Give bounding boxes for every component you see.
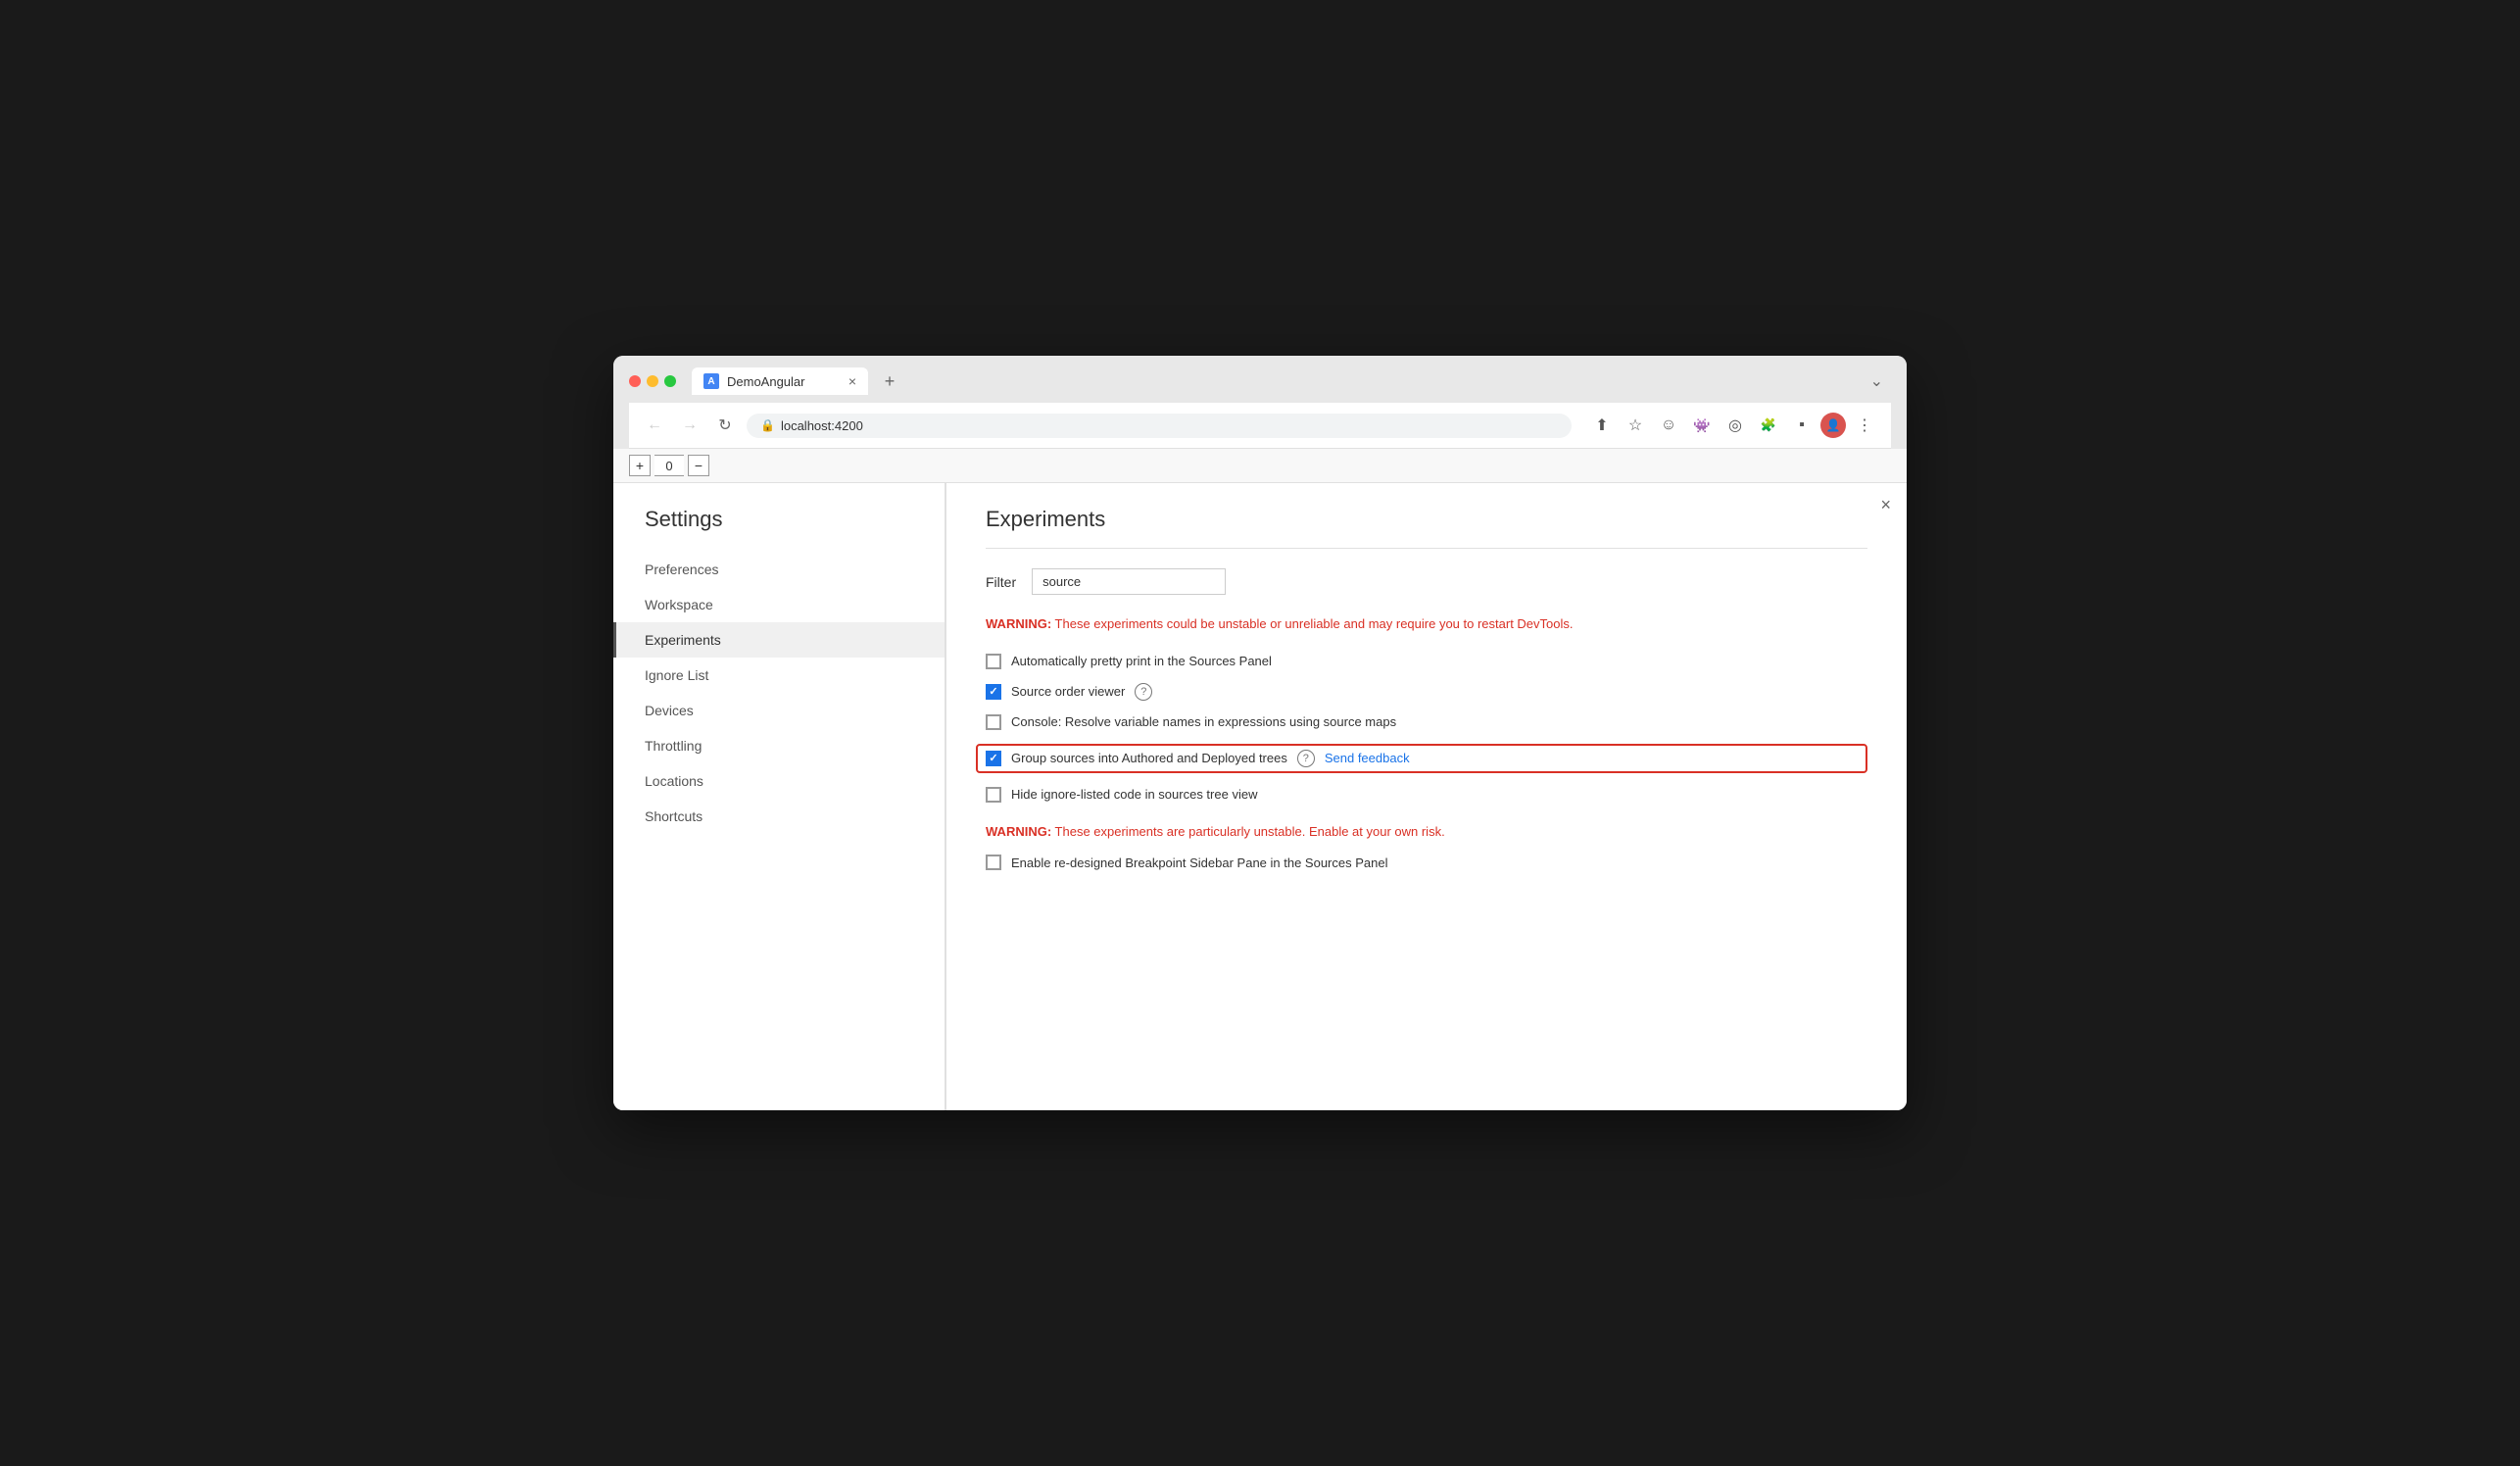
browser-window: A DemoAngular × + ⌄ ← → ↻ 🔒 localhost:42… bbox=[613, 356, 1907, 1110]
sidebar-item-experiments[interactable]: Experiments bbox=[613, 622, 945, 658]
sidebar-item-workspace[interactable]: Workspace bbox=[613, 587, 945, 622]
share-icon[interactable]: ⬆ bbox=[1587, 411, 1617, 440]
experiment-item-hide-ignore: Hide ignore-listed code in sources tree … bbox=[986, 787, 1867, 803]
warning-label-1: WARNING: bbox=[986, 616, 1051, 631]
close-traffic-light[interactable] bbox=[629, 375, 641, 387]
extension-icon-2[interactable]: 👾 bbox=[1687, 411, 1717, 440]
menu-icon[interactable]: ⋮ bbox=[1850, 411, 1879, 440]
new-tab-button[interactable]: + bbox=[876, 367, 903, 395]
browser-toolbar: ← → ↻ 🔒 localhost:4200 ⬆ ☆ ☺ 👾 ◎ 🧩 ▪ 👤 ⋮ bbox=[629, 403, 1891, 449]
experiment-item-source-order: Source order viewer ? bbox=[986, 683, 1867, 701]
back-button[interactable]: ← bbox=[641, 412, 668, 439]
browser-titlebar: A DemoAngular × + ⌄ ← → ↻ 🔒 localhost:42… bbox=[613, 356, 1907, 449]
settings-sidebar: Settings Preferences Workspace Experimen… bbox=[613, 483, 946, 1110]
counter-plus-button[interactable]: + bbox=[629, 455, 651, 476]
extension-icon-4[interactable]: 🧩 bbox=[1754, 411, 1783, 440]
tab-favicon: A bbox=[703, 373, 719, 389]
send-feedback-link[interactable]: Send feedback bbox=[1325, 751, 1410, 765]
experiment-item-console-resolve: Console: Resolve variable names in expre… bbox=[986, 714, 1867, 730]
close-settings-button[interactable]: × bbox=[1880, 495, 1891, 515]
forward-button[interactable]: → bbox=[676, 412, 703, 439]
breakpoint-sidebar-label: Enable re-designed Breakpoint Sidebar Pa… bbox=[1011, 855, 1387, 870]
experiment-item-pretty-print: Automatically pretty print in the Source… bbox=[986, 654, 1867, 669]
tab-bar: A DemoAngular × + ⌄ bbox=[629, 367, 1891, 395]
address-lock-icon: 🔒 bbox=[760, 418, 775, 432]
filter-input[interactable] bbox=[1032, 568, 1226, 595]
user-profile-icon[interactable]: 👤 bbox=[1820, 413, 1846, 438]
tab-title: DemoAngular bbox=[727, 374, 805, 389]
console-resolve-checkbox[interactable] bbox=[986, 714, 1001, 730]
counter-minus-button[interactable]: − bbox=[688, 455, 709, 476]
source-order-help-icon[interactable]: ? bbox=[1135, 683, 1152, 701]
bookmark-icon[interactable]: ☆ bbox=[1621, 411, 1650, 440]
sidebar-item-shortcuts[interactable]: Shortcuts bbox=[613, 799, 945, 834]
settings-nav: Preferences Workspace Experiments Ignore… bbox=[613, 552, 945, 834]
filter-row: Filter bbox=[986, 568, 1867, 595]
warning-message-1: These experiments could be unstable or u… bbox=[1051, 616, 1573, 631]
browser-tab[interactable]: A DemoAngular × bbox=[692, 367, 868, 395]
breakpoint-sidebar-checkbox[interactable] bbox=[986, 855, 1001, 870]
group-sources-help-icon[interactable]: ? bbox=[1297, 750, 1315, 767]
warning-text-1: WARNING: These experiments could be unst… bbox=[986, 614, 1867, 634]
sidebar-item-preferences[interactable]: Preferences bbox=[613, 552, 945, 587]
warning-text-2: WARNING: These experiments are particula… bbox=[986, 822, 1867, 842]
devtools-panel: × Settings Preferences Workspace Experim… bbox=[613, 483, 1907, 1110]
warning-message-2: These experiments are particularly unsta… bbox=[1051, 824, 1445, 839]
filter-label: Filter bbox=[986, 574, 1016, 590]
address-bar-url: localhost:4200 bbox=[781, 418, 863, 433]
devtools-counter-bar: + 0 − bbox=[613, 449, 1907, 483]
settings-title: Settings bbox=[613, 507, 945, 552]
source-order-checkbox[interactable] bbox=[986, 684, 1001, 700]
hide-ignore-checkbox[interactable] bbox=[986, 787, 1001, 803]
extension-icon-5[interactable]: ▪ bbox=[1787, 411, 1817, 440]
pretty-print-checkbox[interactable] bbox=[986, 654, 1001, 669]
extension-icon-1[interactable]: ☺ bbox=[1654, 411, 1683, 440]
sidebar-item-devices[interactable]: Devices bbox=[613, 693, 945, 728]
source-order-label: Source order viewer bbox=[1011, 684, 1125, 699]
pretty-print-label: Automatically pretty print in the Source… bbox=[1011, 654, 1272, 668]
sidebar-item-ignore-list[interactable]: Ignore List bbox=[613, 658, 945, 693]
sidebar-item-throttling[interactable]: Throttling bbox=[613, 728, 945, 763]
address-bar[interactable]: 🔒 localhost:4200 bbox=[747, 414, 1572, 438]
settings-content: Experiments Filter WARNING: These experi… bbox=[946, 483, 1907, 1110]
experiments-title: Experiments bbox=[986, 507, 1867, 549]
console-resolve-label: Console: Resolve variable names in expre… bbox=[1011, 714, 1396, 729]
sidebar-item-locations[interactable]: Locations bbox=[613, 763, 945, 799]
warning-label-2: WARNING: bbox=[986, 824, 1051, 839]
group-sources-checkbox[interactable] bbox=[986, 751, 1001, 766]
experiment-item-breakpoint-sidebar: Enable re-designed Breakpoint Sidebar Pa… bbox=[986, 855, 1867, 870]
experiment-item-group-sources: Group sources into Authored and Deployed… bbox=[976, 744, 1867, 773]
browser-content: + 0 − × Settings Preferences Workspace E… bbox=[613, 449, 1907, 1110]
counter-value: 0 bbox=[654, 455, 684, 476]
refresh-button[interactable]: ↻ bbox=[711, 412, 739, 439]
group-sources-label: Group sources into Authored and Deployed… bbox=[1011, 751, 1287, 765]
maximize-traffic-light[interactable] bbox=[664, 375, 676, 387]
minimize-traffic-light[interactable] bbox=[647, 375, 658, 387]
toolbar-actions: ⬆ ☆ ☺ 👾 ◎ 🧩 ▪ 👤 ⋮ bbox=[1587, 411, 1879, 440]
tab-close-button[interactable]: × bbox=[848, 373, 856, 389]
hide-ignore-label: Hide ignore-listed code in sources tree … bbox=[1011, 787, 1257, 802]
traffic-lights bbox=[629, 375, 676, 387]
tab-expand-icon[interactable]: ⌄ bbox=[1870, 371, 1883, 391]
extension-icon-3[interactable]: ◎ bbox=[1720, 411, 1750, 440]
